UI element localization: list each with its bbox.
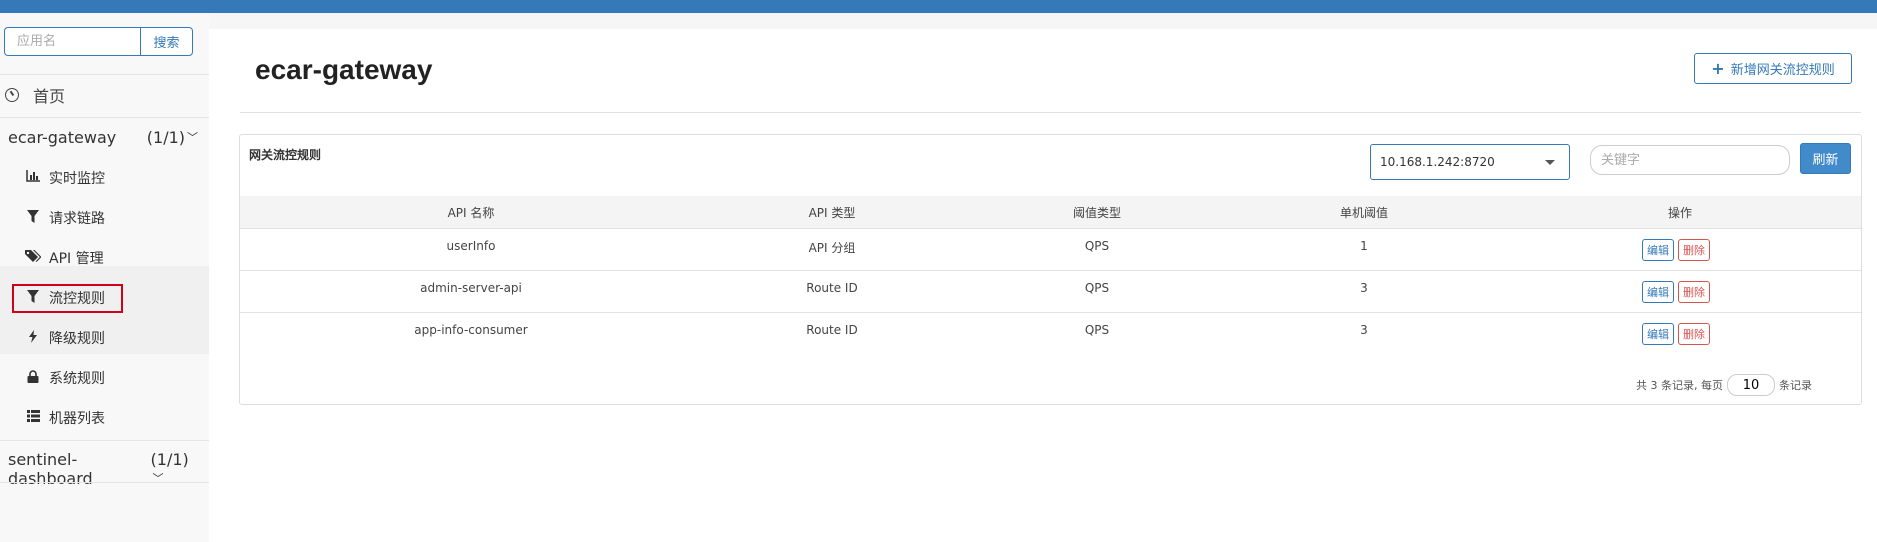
row-actions: 编辑 删除 (1642, 239, 1710, 261)
sidebar-item-label: API 管理 (49, 251, 104, 267)
app-count: (1/1) (150, 450, 189, 469)
list-icon (25, 410, 41, 426)
keyword-input[interactable] (1590, 145, 1790, 175)
pagination: 共 3 条记录, 每页 条记录 (1636, 374, 1812, 396)
app-search: 搜索 (4, 27, 193, 56)
row-actions: 编辑 删除 (1642, 281, 1710, 303)
app-count: (1/1) (146, 128, 185, 147)
sidebar-item-system-rules[interactable]: 系统规则 (25, 368, 105, 388)
chevron-down-icon: ﹀ (152, 472, 164, 485)
app-search-button[interactable]: 搜索 (140, 27, 193, 56)
cell-api-name: admin-server-api (420, 281, 522, 295)
delete-button[interactable]: 删除 (1678, 239, 1710, 261)
column-header: API 类型 (808, 206, 856, 220)
top-bar (0, 0, 1877, 13)
app-name: ecar-gateway (8, 128, 117, 147)
sidebar-item-label: 实时监控 (49, 171, 105, 187)
active-item-highlight (12, 284, 123, 313)
add-button-label: 新增网关流控规则 (1730, 63, 1835, 78)
cell-threshold: 3 (1360, 281, 1368, 295)
bar-chart-icon (25, 170, 41, 186)
lock-icon (25, 369, 41, 387)
sidebar-item-degrade-rules[interactable]: 降级规则 (25, 328, 105, 348)
sidebar-item-label: 机器列表 (49, 411, 105, 427)
header-divider (240, 112, 1861, 113)
delete-button[interactable]: 删除 (1678, 323, 1710, 345)
cell-threshold-type: QPS (1084, 239, 1110, 253)
machine-select[interactable]: 10.168.1.242:8720 (1370, 144, 1570, 180)
sidebar-item-label: 请求链路 (49, 211, 105, 227)
tags-icon (25, 249, 42, 267)
page-title: ecar-gateway (255, 54, 433, 85)
column-header: 单机阈值 (1339, 206, 1389, 220)
sidebar-item-request-chain[interactable]: 请求链路 (25, 208, 105, 228)
row-actions: 编辑 删除 (1642, 323, 1710, 345)
sidebar-item-home[interactable]: 首页 (5, 83, 65, 107)
table-header: API 名称 API 类型 阈值类型 单机阈值 操作 (240, 196, 1861, 229)
caret-down-icon (1545, 160, 1555, 165)
pagination-suffix: 条记录 (1779, 379, 1812, 392)
sidebar-item-label: 系统规则 (49, 371, 105, 387)
app-ecar-gateway[interactable]: ecar-gateway (1/1) ﹀ (8, 128, 198, 147)
edit-button[interactable]: 编辑 (1642, 239, 1674, 261)
cell-threshold-type: QPS (1084, 281, 1110, 295)
panel-title: 网关流控规则 (249, 148, 322, 162)
cell-threshold: 3 (1360, 323, 1368, 337)
table-row: admin-server-api Route ID QPS 3 编辑 删除 (240, 271, 1861, 313)
column-header: 操作 (1667, 206, 1693, 220)
dashboard-icon (5, 88, 19, 102)
cell-threshold: 1 (1360, 239, 1368, 253)
sidebar-divider (0, 440, 209, 441)
refresh-button[interactable]: 刷新 (1800, 143, 1851, 174)
column-header: 阈值类型 (1072, 206, 1122, 220)
edit-button[interactable]: 编辑 (1642, 281, 1674, 303)
cell-api-type: API 分组 (808, 241, 856, 255)
sidebar-item-label: 降级规则 (49, 331, 105, 347)
app-search-input[interactable] (4, 27, 140, 56)
sidebar-item-machine-list[interactable]: 机器列表 (25, 408, 105, 428)
cell-api-name: app-info-consumer (414, 323, 528, 337)
chevron-down-icon: ﹀ (187, 131, 198, 144)
table-row: userInfo API 分组 QPS 1 编辑 删除 (240, 229, 1861, 271)
edit-button[interactable]: 编辑 (1642, 323, 1674, 345)
plus-icon: + (1711, 59, 1725, 78)
table-row: app-info-consumer Route ID QPS 3 编辑 删除 (240, 313, 1861, 355)
delete-button[interactable]: 删除 (1678, 281, 1710, 303)
sidebar-item-api-management[interactable]: API 管理 (25, 248, 104, 268)
sidebar-item-label: 首页 (33, 87, 66, 106)
sidebar-divider (0, 482, 209, 483)
sidebar-item-realtime-monitor[interactable]: 实时监控 (25, 168, 105, 188)
sidebar-divider (0, 117, 209, 118)
sidebar-divider (0, 74, 209, 75)
pagination-total: 共 3 条记录, 每页 (1636, 379, 1723, 392)
cell-api-type: Route ID (806, 281, 858, 295)
cell-threshold-type: QPS (1084, 323, 1110, 337)
machine-select-value: 10.168.1.242:8720 (1380, 155, 1495, 169)
column-header: API 名称 (447, 206, 495, 220)
cell-api-name: userInfo (446, 239, 496, 253)
flash-icon (25, 329, 41, 347)
add-gateway-flow-rule-button[interactable]: + 新增网关流控规则 (1694, 53, 1852, 84)
filter-icon (25, 209, 41, 227)
page-size-input[interactable] (1727, 374, 1775, 396)
cell-api-type: Route ID (806, 323, 858, 337)
